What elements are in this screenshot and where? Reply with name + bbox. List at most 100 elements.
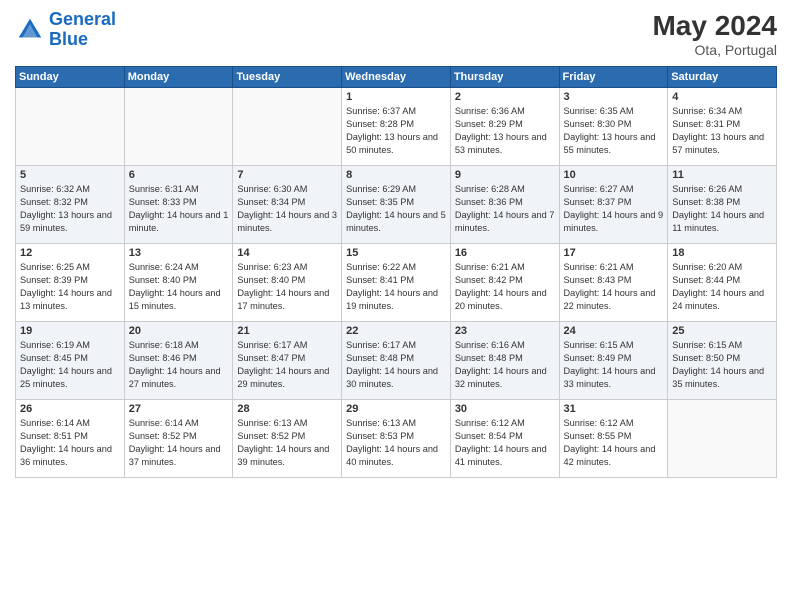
- cell-content: Sunrise: 6:32 AMSunset: 8:32 PMDaylight:…: [20, 184, 112, 233]
- table-row: 15 Sunrise: 6:22 AMSunset: 8:41 PMDaylig…: [342, 244, 451, 322]
- logo-general: General: [49, 9, 116, 29]
- cell-content: Sunrise: 6:24 AMSunset: 8:40 PMDaylight:…: [129, 262, 221, 311]
- cell-content: Sunrise: 6:34 AMSunset: 8:31 PMDaylight:…: [672, 106, 764, 155]
- day-number: 3: [564, 91, 664, 103]
- day-number: 28: [237, 403, 337, 415]
- calendar-week-row: 5 Sunrise: 6:32 AMSunset: 8:32 PMDayligh…: [16, 166, 777, 244]
- table-row: 22 Sunrise: 6:17 AMSunset: 8:48 PMDaylig…: [342, 322, 451, 400]
- cell-content: Sunrise: 6:25 AMSunset: 8:39 PMDaylight:…: [20, 262, 112, 311]
- cell-content: Sunrise: 6:17 AMSunset: 8:48 PMDaylight:…: [346, 340, 438, 389]
- day-number: 8: [346, 169, 446, 181]
- calendar-week-row: 12 Sunrise: 6:25 AMSunset: 8:39 PMDaylig…: [16, 244, 777, 322]
- day-number: 15: [346, 247, 446, 259]
- cell-content: Sunrise: 6:16 AMSunset: 8:48 PMDaylight:…: [455, 340, 547, 389]
- th-wednesday: Wednesday: [342, 67, 451, 88]
- table-row: [16, 88, 125, 166]
- cell-content: Sunrise: 6:17 AMSunset: 8:47 PMDaylight:…: [237, 340, 329, 389]
- table-row: 17 Sunrise: 6:21 AMSunset: 8:43 PMDaylig…: [559, 244, 668, 322]
- day-number: 16: [455, 247, 555, 259]
- table-row: 6 Sunrise: 6:31 AMSunset: 8:33 PMDayligh…: [124, 166, 233, 244]
- th-sunday: Sunday: [16, 67, 125, 88]
- day-number: 24: [564, 325, 664, 337]
- table-row: 10 Sunrise: 6:27 AMSunset: 8:37 PMDaylig…: [559, 166, 668, 244]
- table-row: 21 Sunrise: 6:17 AMSunset: 8:47 PMDaylig…: [233, 322, 342, 400]
- table-row: 2 Sunrise: 6:36 AMSunset: 8:29 PMDayligh…: [450, 88, 559, 166]
- cell-content: Sunrise: 6:28 AMSunset: 8:36 PMDaylight:…: [455, 184, 555, 233]
- cell-content: Sunrise: 6:21 AMSunset: 8:43 PMDaylight:…: [564, 262, 656, 311]
- day-number: 2: [455, 91, 555, 103]
- calendar-page: General Blue May 2024 Ota, Portugal Sund…: [0, 0, 792, 612]
- th-saturday: Saturday: [668, 67, 777, 88]
- table-row: 8 Sunrise: 6:29 AMSunset: 8:35 PMDayligh…: [342, 166, 451, 244]
- cell-content: Sunrise: 6:13 AMSunset: 8:52 PMDaylight:…: [237, 418, 329, 467]
- day-number: 29: [346, 403, 446, 415]
- table-row: 5 Sunrise: 6:32 AMSunset: 8:32 PMDayligh…: [16, 166, 125, 244]
- th-friday: Friday: [559, 67, 668, 88]
- cell-content: Sunrise: 6:27 AMSunset: 8:37 PMDaylight:…: [564, 184, 664, 233]
- calendar-table: Sunday Monday Tuesday Wednesday Thursday…: [15, 66, 777, 478]
- weekday-header-row: Sunday Monday Tuesday Wednesday Thursday…: [16, 67, 777, 88]
- day-number: 10: [564, 169, 664, 181]
- logo-text: General Blue: [49, 10, 116, 50]
- table-row: 27 Sunrise: 6:14 AMSunset: 8:52 PMDaylig…: [124, 400, 233, 478]
- table-row: 4 Sunrise: 6:34 AMSunset: 8:31 PMDayligh…: [668, 88, 777, 166]
- th-tuesday: Tuesday: [233, 67, 342, 88]
- logo-icon: [15, 15, 45, 45]
- day-number: 6: [129, 169, 229, 181]
- calendar-week-row: 19 Sunrise: 6:19 AMSunset: 8:45 PMDaylig…: [16, 322, 777, 400]
- day-number: 12: [20, 247, 120, 259]
- table-row: 12 Sunrise: 6:25 AMSunset: 8:39 PMDaylig…: [16, 244, 125, 322]
- day-number: 11: [672, 169, 772, 181]
- calendar-week-row: 26 Sunrise: 6:14 AMSunset: 8:51 PMDaylig…: [16, 400, 777, 478]
- table-row: [233, 88, 342, 166]
- table-row: 30 Sunrise: 6:12 AMSunset: 8:54 PMDaylig…: [450, 400, 559, 478]
- day-number: 4: [672, 91, 772, 103]
- calendar-week-row: 1 Sunrise: 6:37 AMSunset: 8:28 PMDayligh…: [16, 88, 777, 166]
- day-number: 20: [129, 325, 229, 337]
- day-number: 26: [20, 403, 120, 415]
- logo-blue: Blue: [49, 29, 88, 49]
- table-row: [124, 88, 233, 166]
- day-number: 30: [455, 403, 555, 415]
- month-year: May 2024: [652, 10, 777, 42]
- table-row: 19 Sunrise: 6:19 AMSunset: 8:45 PMDaylig…: [16, 322, 125, 400]
- cell-content: Sunrise: 6:26 AMSunset: 8:38 PMDaylight:…: [672, 184, 764, 233]
- cell-content: Sunrise: 6:37 AMSunset: 8:28 PMDaylight:…: [346, 106, 438, 155]
- table-row: 3 Sunrise: 6:35 AMSunset: 8:30 PMDayligh…: [559, 88, 668, 166]
- page-header: General Blue May 2024 Ota, Portugal: [15, 10, 777, 58]
- table-row: 13 Sunrise: 6:24 AMSunset: 8:40 PMDaylig…: [124, 244, 233, 322]
- cell-content: Sunrise: 6:15 AMSunset: 8:49 PMDaylight:…: [564, 340, 656, 389]
- cell-content: Sunrise: 6:22 AMSunset: 8:41 PMDaylight:…: [346, 262, 438, 311]
- cell-content: Sunrise: 6:31 AMSunset: 8:33 PMDaylight:…: [129, 184, 229, 233]
- cell-content: Sunrise: 6:20 AMSunset: 8:44 PMDaylight:…: [672, 262, 764, 311]
- table-row: 7 Sunrise: 6:30 AMSunset: 8:34 PMDayligh…: [233, 166, 342, 244]
- table-row: 29 Sunrise: 6:13 AMSunset: 8:53 PMDaylig…: [342, 400, 451, 478]
- table-row: 26 Sunrise: 6:14 AMSunset: 8:51 PMDaylig…: [16, 400, 125, 478]
- table-row: 28 Sunrise: 6:13 AMSunset: 8:52 PMDaylig…: [233, 400, 342, 478]
- day-number: 13: [129, 247, 229, 259]
- day-number: 27: [129, 403, 229, 415]
- day-number: 1: [346, 91, 446, 103]
- day-number: 9: [455, 169, 555, 181]
- day-number: 18: [672, 247, 772, 259]
- title-block: May 2024 Ota, Portugal: [652, 10, 777, 58]
- table-row: 20 Sunrise: 6:18 AMSunset: 8:46 PMDaylig…: [124, 322, 233, 400]
- day-number: 19: [20, 325, 120, 337]
- cell-content: Sunrise: 6:29 AMSunset: 8:35 PMDaylight:…: [346, 184, 446, 233]
- cell-content: Sunrise: 6:19 AMSunset: 8:45 PMDaylight:…: [20, 340, 112, 389]
- cell-content: Sunrise: 6:14 AMSunset: 8:52 PMDaylight:…: [129, 418, 221, 467]
- cell-content: Sunrise: 6:12 AMSunset: 8:55 PMDaylight:…: [564, 418, 656, 467]
- table-row: 9 Sunrise: 6:28 AMSunset: 8:36 PMDayligh…: [450, 166, 559, 244]
- cell-content: Sunrise: 6:35 AMSunset: 8:30 PMDaylight:…: [564, 106, 656, 155]
- cell-content: Sunrise: 6:21 AMSunset: 8:42 PMDaylight:…: [455, 262, 547, 311]
- th-monday: Monday: [124, 67, 233, 88]
- table-row: 11 Sunrise: 6:26 AMSunset: 8:38 PMDaylig…: [668, 166, 777, 244]
- table-row: 24 Sunrise: 6:15 AMSunset: 8:49 PMDaylig…: [559, 322, 668, 400]
- table-row: [668, 400, 777, 478]
- table-row: 25 Sunrise: 6:15 AMSunset: 8:50 PMDaylig…: [668, 322, 777, 400]
- table-row: 23 Sunrise: 6:16 AMSunset: 8:48 PMDaylig…: [450, 322, 559, 400]
- cell-content: Sunrise: 6:36 AMSunset: 8:29 PMDaylight:…: [455, 106, 547, 155]
- day-number: 7: [237, 169, 337, 181]
- table-row: 16 Sunrise: 6:21 AMSunset: 8:42 PMDaylig…: [450, 244, 559, 322]
- cell-content: Sunrise: 6:14 AMSunset: 8:51 PMDaylight:…: [20, 418, 112, 467]
